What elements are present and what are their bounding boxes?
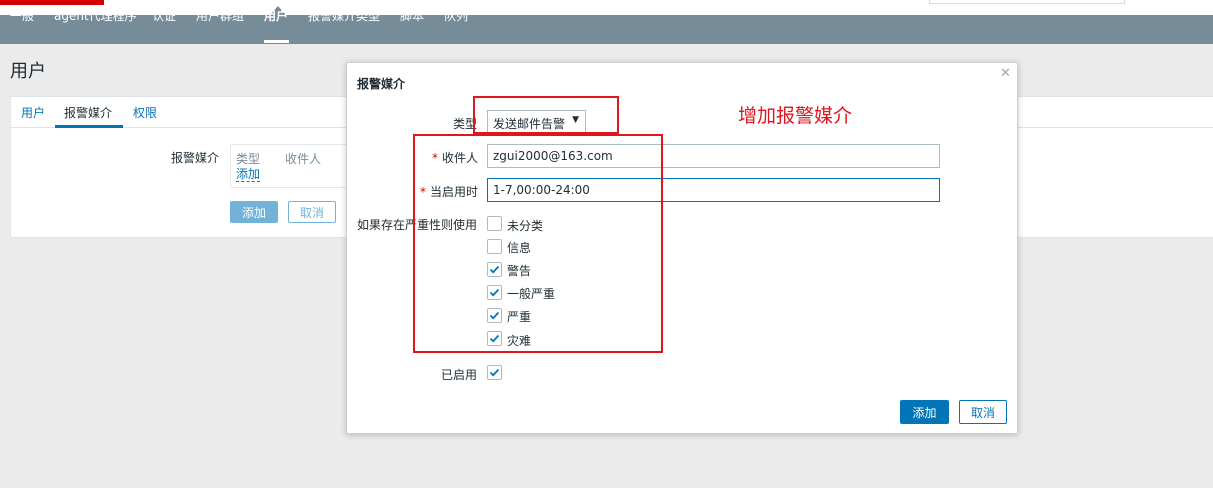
tab-user[interactable]: 用户 — [21, 104, 45, 121]
media-table-header-type: 类型 — [236, 152, 261, 166]
dialog-add-button[interactable]: 添加 — [900, 400, 949, 424]
search-input[interactable] — [929, 0, 1125, 4]
nav-item-users[interactable]: 用户 — [264, 7, 288, 24]
logo[interactable] — [0, 0, 104, 5]
tab-media[interactable]: 报警媒介 — [64, 104, 112, 121]
enabled-label: 已启用 — [441, 368, 478, 382]
nav-active-indicator — [264, 40, 289, 43]
enabled-checkbox[interactable] — [487, 365, 502, 380]
tab-permissions[interactable]: 权限 — [133, 104, 157, 121]
page-title: 用户 — [10, 61, 46, 82]
annotation-box-fields — [413, 134, 663, 353]
nav-item-media-types[interactable]: 报警媒介类型 — [308, 7, 380, 24]
annotation-box-type — [473, 96, 619, 134]
cancel-user-button[interactable]: 取消 — [288, 201, 336, 223]
nav-item-agent-proxy[interactable]: agent代理程序 — [54, 7, 137, 24]
dialog-cancel-button[interactable]: 取消 — [959, 400, 1007, 424]
media-table-header-recipient: 收件人 — [285, 152, 322, 166]
media-field-label: 报警媒介 — [171, 151, 220, 165]
check-icon — [489, 368, 500, 377]
nav-item-user-groups[interactable]: 用户群组 — [196, 7, 244, 24]
nav-item-scripts[interactable]: 脚本 — [400, 7, 424, 24]
nav-item-general[interactable]: 一般 — [10, 7, 34, 24]
add-media-link[interactable]: 添加 — [236, 167, 261, 182]
nav-item-queue[interactable]: 队列 — [444, 7, 468, 24]
admin-subnav — [0, 15, 1213, 44]
dialog-title: 报警媒介 — [357, 77, 406, 91]
tab-active-indicator — [55, 125, 123, 128]
close-icon[interactable]: ✕ — [1000, 66, 1011, 81]
annotation-note: 增加报警媒介 — [738, 105, 853, 127]
add-user-button[interactable]: 添加 — [230, 201, 278, 223]
nav-item-authentication[interactable]: 认证 — [152, 7, 176, 24]
